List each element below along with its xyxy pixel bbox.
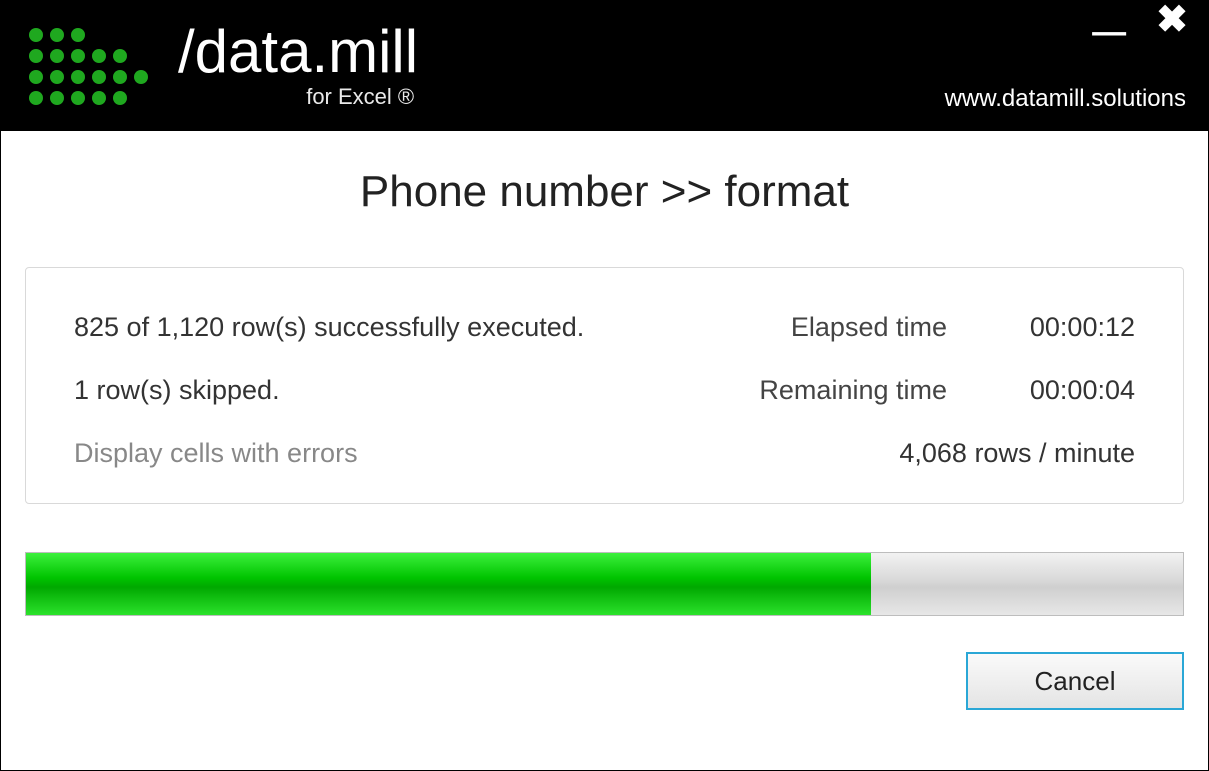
remaining-label: Remaining time [759,375,947,406]
skipped-status: 1 row(s) skipped. [74,375,711,406]
close-icon[interactable]: ✖ [1156,11,1188,30]
button-row: Cancel [25,652,1184,710]
window-controls: — ✖ [1092,13,1188,32]
errors-link[interactable]: Display cells with errors [74,438,711,469]
website-link[interactable]: www.datamill.solutions [945,85,1186,113]
progress-bar [25,552,1184,616]
executed-status: 825 of 1,120 row(s) successfully execute… [74,312,711,343]
brand-name: /data.mill [178,22,418,82]
elapsed-label: Elapsed time [759,312,947,343]
elapsed-value: 00:00:12 [995,312,1135,343]
logo-dots [29,28,148,105]
header: /data.mill for Excel ® — ✖ www.datamill.… [1,1,1208,131]
minimize-icon[interactable]: — [1092,24,1126,41]
brand: /data.mill for Excel ® [178,22,418,110]
progress-fill [26,553,871,615]
content: Phone number >> format 825 of 1,120 row(… [1,131,1208,734]
cancel-button[interactable]: Cancel [966,652,1184,710]
brand-prefix: /data. [178,18,328,85]
rate-value: 4,068 rows / minute [759,438,1135,469]
status-box: 825 of 1,120 row(s) successfully execute… [25,267,1184,504]
brand-suffix: mill [328,18,418,85]
page-title: Phone number >> format [25,167,1184,217]
brand-tagline: for Excel ® [178,84,418,110]
remaining-value: 00:00:04 [995,375,1135,406]
